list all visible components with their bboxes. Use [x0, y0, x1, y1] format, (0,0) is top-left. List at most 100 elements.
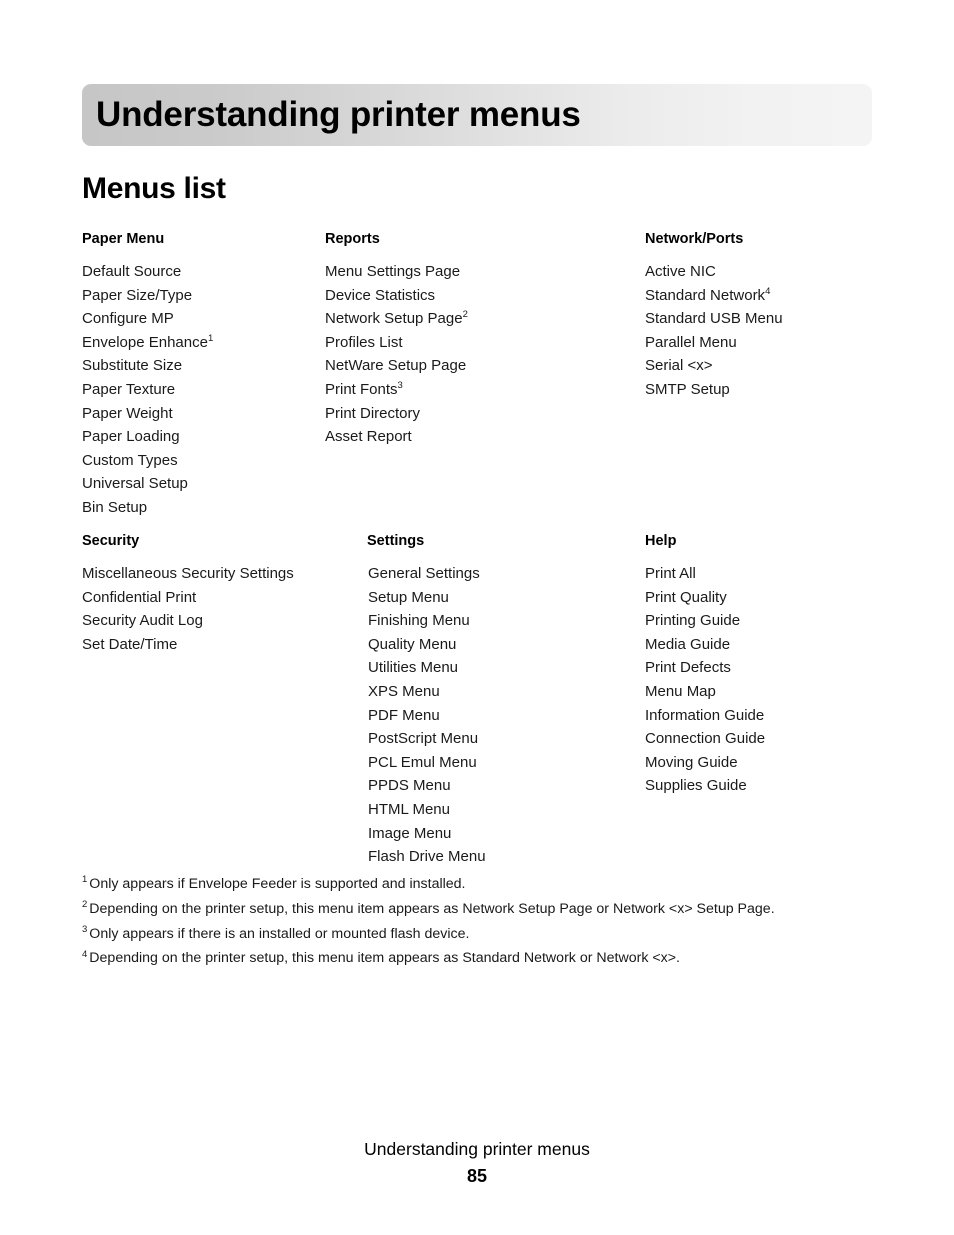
menu-item-label: Parallel Menu	[645, 333, 737, 351]
menu-item-label: Supplies Guide	[645, 777, 747, 795]
menu-item-label: Paper Loading	[82, 428, 180, 446]
menu-item: Image Menu	[368, 822, 486, 846]
menu-item: General Settings	[368, 562, 486, 586]
menu-item: HTML Menu	[368, 798, 486, 822]
footnote-reference: 4	[765, 285, 771, 297]
menu-item-label: Profiles List	[325, 333, 403, 351]
menu-item: Finishing Menu	[368, 609, 486, 633]
menu-item-label: Print Fonts	[325, 380, 398, 398]
menu-item-list: Menu Settings Page Device Statistics Netwo…	[325, 260, 468, 449]
menu-item-label: Network Setup Page	[325, 310, 463, 328]
menu-item: Configure MP	[82, 307, 213, 331]
menu-item: Print Defects	[645, 656, 765, 680]
menu-item-label: Default Source	[82, 263, 182, 280]
menu-item: XPS Menu	[368, 680, 486, 704]
menu-item-label: Image Menu	[368, 824, 452, 842]
menu-item-label: Set Date/Time	[82, 635, 178, 653]
menu-block-network-ports: Network/Ports Active NIC Standard Network…	[645, 231, 783, 402]
footnote-text: Only appears if Envelope Feeder is suppo…	[89, 876, 466, 892]
menu-item: SMTP Setup	[645, 378, 783, 402]
menu-item-label: Media Guide	[645, 635, 731, 653]
menu-item-label: NetWare Setup Page	[325, 357, 467, 375]
menu-block-title: Settings	[367, 533, 425, 549]
menu-item-label: Paper Weight	[82, 404, 173, 422]
menu-item: Paper Loading	[82, 425, 213, 449]
menu-item-label: PDF Menu	[368, 706, 440, 724]
menu-item: Menu Settings Page	[325, 260, 468, 284]
menu-item-list: Print All Print Quality Printing Guide Medi…	[645, 562, 765, 798]
menu-item: Standard Network4	[645, 284, 783, 308]
footnote-list: 1 Only appears if Envelope Feeder is supp…	[82, 872, 882, 971]
menu-item: Moving Guide	[645, 751, 765, 775]
menu-item-label: Setup Menu	[368, 588, 449, 606]
menu-item-label: HTML Menu	[368, 800, 450, 818]
menu-item: Printing Guide	[645, 609, 765, 633]
footnote-marker: 3	[82, 923, 88, 935]
menu-item-label: SMTP Setup	[645, 380, 730, 398]
menu-item-label: Universal Setup	[82, 475, 188, 493]
menu-item-label: Security Audit Log	[82, 612, 203, 630]
page-footer: Understanding printer menus 85	[0, 1136, 954, 1190]
menu-item-list: Miscellaneous Security Settings Confident…	[82, 562, 294, 656]
menu-item-label: Bin Setup	[82, 498, 148, 516]
menu-item: Asset Report	[325, 425, 468, 449]
menu-item: Serial <x>	[645, 354, 783, 378]
menu-item-label: PPDS Menu	[368, 777, 451, 795]
menu-item-label: Device Statistics	[325, 286, 436, 304]
menu-item: Paper Texture	[82, 378, 213, 402]
menu-block-paper-menu: Paper Menu Default Source Paper Size/Type…	[82, 231, 213, 520]
menu-item: PDF Menu	[368, 704, 486, 728]
menu-item: Substitute Size	[82, 354, 213, 378]
menu-item-label: Confidential Print	[82, 588, 197, 606]
menu-item-label: Utilities Menu	[368, 659, 459, 677]
menu-item-label: Menu Settings Page	[325, 263, 461, 280]
footnote-text: Depending on the printer setup, this men…	[89, 950, 680, 967]
footnote-marker: 4	[82, 948, 88, 960]
menu-item: PCL Emul Menu	[368, 751, 486, 775]
menu-item: Standard USB Menu	[645, 307, 783, 331]
menu-item-label: Custom Types	[82, 451, 178, 469]
footer-page-number: 85	[466, 1166, 488, 1186]
menu-item-label: Asset Report	[325, 428, 412, 446]
menu-item-label: Quality Menu	[368, 635, 457, 653]
menu-item: Utilities Menu	[368, 656, 486, 680]
menu-item-label: Standard USB Menu	[645, 310, 783, 328]
menu-item: Profiles List	[325, 331, 468, 355]
menu-item-label: Standard Network	[645, 286, 766, 304]
menu-item-label: Substitute Size	[82, 357, 183, 375]
footer-title: Understanding printer menus	[364, 1139, 590, 1159]
menu-item-label: Menu Map	[645, 682, 716, 700]
menu-item: Miscellaneous Security Settings	[82, 562, 294, 586]
menu-item: Menu Map	[645, 680, 765, 704]
menu-item-label: Paper Texture	[82, 380, 176, 398]
footnote: 1 Only appears if Envelope Feeder is supp…	[82, 872, 882, 897]
menu-block-title: Help	[645, 533, 677, 549]
menu-item: Print Directory	[325, 402, 468, 426]
menu-item-label: Printing Guide	[645, 612, 741, 630]
menu-item: Connection Guide	[645, 727, 765, 751]
menu-block-security: Security Miscellaneous Security Settings…	[82, 533, 294, 656]
chapter-title: Understanding printer menus	[96, 95, 581, 134]
menu-item: Custom Types	[82, 449, 213, 473]
menu-item-label: Miscellaneous Security Settings	[82, 565, 294, 582]
footnote: 4 Depending on the printer setup, this me…	[82, 946, 882, 971]
menu-item: Information Guide	[645, 704, 765, 728]
menu-item-label: Active NIC	[645, 263, 716, 280]
menu-block-title: Security	[82, 533, 140, 549]
menu-item: Quality Menu	[368, 633, 486, 657]
menu-item: Print Fonts3	[325, 378, 468, 402]
footnote: 3 Only appears if there is an installed o…	[82, 922, 882, 947]
menu-item: Parallel Menu	[645, 331, 783, 355]
menu-block-help: Help Print All Print Quality Printing Guid…	[645, 533, 765, 798]
menu-item-list: Active NIC Standard Network4 Standard USB …	[645, 260, 783, 402]
menu-item-label: Finishing Menu	[368, 612, 470, 630]
menu-item-label: Connection Guide	[645, 730, 766, 748]
menu-item: Setup Menu	[368, 586, 486, 610]
menu-item: PostScript Menu	[368, 727, 486, 751]
footnote-reference: 3	[397, 379, 403, 391]
footnote-marker: 2	[82, 899, 88, 911]
menu-item: Paper Weight	[82, 402, 213, 426]
menu-item-label: General Settings	[368, 565, 480, 582]
menu-item-label: Print Directory	[325, 404, 421, 422]
menu-block-title: Reports	[325, 231, 380, 247]
